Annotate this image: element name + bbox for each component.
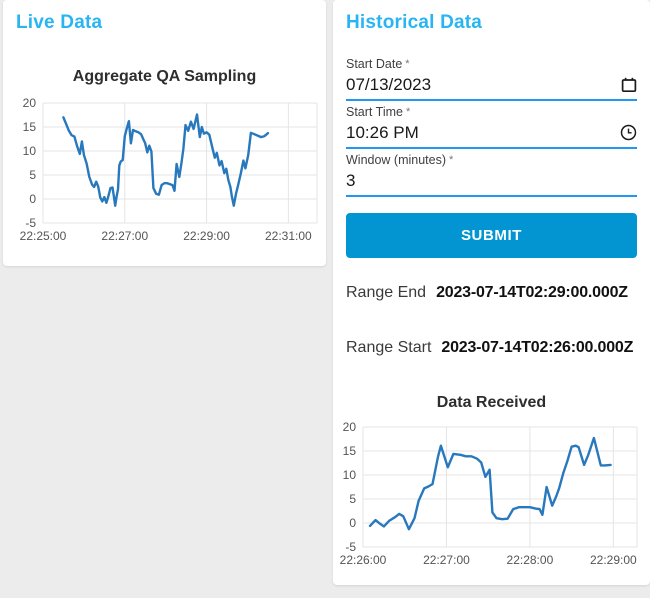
window-minutes-value: 3 — [346, 170, 356, 190]
chart-line — [62, 113, 270, 207]
window-minutes-field: Window (minutes) * 3 — [346, 152, 637, 197]
range-start-value: 2023-07-14T02:26:00.000Z — [441, 339, 634, 356]
y-axis-tick-label: 15 — [343, 444, 357, 458]
x-axis-tick-label: 22:31:00 — [265, 229, 312, 243]
clock-icon[interactable] — [620, 124, 637, 141]
y-axis-tick-label: 5 — [349, 492, 356, 506]
x-axis-tick-label: 22:28:00 — [507, 553, 554, 567]
x-axis-tick-label: 22:27:00 — [101, 229, 148, 243]
y-axis-tick-label: 10 — [23, 144, 37, 158]
live-data-panel: Live Data Aggregate QA Sampling -5 0 5 10 15… — [3, 0, 326, 266]
x-axis-tick-label: 22:25:00 — [20, 229, 67, 243]
range-end-value: 2023-07-14T02:29:00.000Z — [436, 284, 628, 301]
range-end-row: Range End 2023-07-14T02:29:00.000Z — [346, 284, 637, 302]
start-time-value: 10:26 PM — [346, 122, 419, 142]
y-axis-tick-label: 0 — [29, 192, 36, 206]
start-date-field: Start Date * 07/13/2023 — [346, 56, 637, 101]
required-marker: * — [405, 58, 410, 70]
aggregate-qa-chart: Aggregate QA Sampling -5 0 5 10 15 20 22:25:00… — [3, 62, 326, 250]
y-axis-tick-label: 20 — [343, 420, 357, 434]
historical-data-panel: Historical Data Start Date * 07/13/2023 S… — [333, 0, 650, 585]
range-end-label: Range End — [346, 284, 427, 301]
aggregate-qa-chart-title: Aggregate QA Sampling — [72, 68, 257, 85]
y-axis-tick-label: 5 — [29, 168, 36, 182]
y-axis-tick-label: -5 — [345, 540, 356, 554]
required-marker: * — [405, 106, 411, 118]
start-date-value: 07/13/2023 — [346, 74, 432, 94]
x-axis-tick-label: 22:26:00 — [340, 553, 387, 567]
submit-button[interactable]: SUBMIT — [346, 213, 637, 258]
x-axis-tick-label: 22:29:00 — [590, 553, 637, 567]
start-date-input[interactable]: 07/13/2023 — [346, 72, 637, 101]
required-marker: * — [449, 154, 454, 166]
y-axis-tick-label: -5 — [25, 216, 36, 230]
calendar-icon[interactable] — [620, 76, 637, 93]
x-axis-tick-label: 22:29:00 — [183, 229, 230, 243]
range-start-row: Range Start 2023-07-14T02:26:00.000Z — [346, 339, 637, 357]
data-received-chart-title: Data Received — [436, 394, 547, 411]
start-time-input[interactable]: 10:26 PM — [346, 120, 637, 149]
start-time-field: Start Time * 10:26 PM — [346, 104, 637, 149]
y-axis-tick-label: 10 — [343, 468, 357, 482]
start-time-label: Start Time — [346, 105, 403, 119]
live-data-title: Live Data — [16, 12, 103, 33]
start-date-label: Start Date — [346, 57, 403, 71]
historical-data-title: Historical Data — [346, 12, 483, 33]
window-minutes-input[interactable]: 3 — [346, 168, 637, 197]
aggregate-qa-chart-canvas: -5 0 5 10 15 20 22:25:00 22:27:00 22:29:00 22:31:… — [20, 96, 318, 243]
y-axis-tick-label: 20 — [23, 96, 37, 110]
range-start-label: Range Start — [346, 339, 432, 356]
data-received-chart: Data Received -5 0 5 10 15 20 22:26:00 22:27:00… — [333, 388, 650, 575]
x-axis-tick-label: 22:27:00 — [423, 553, 470, 567]
chart-line — [368, 436, 612, 531]
window-minutes-label: Window (minutes) — [346, 153, 447, 167]
y-axis-tick-label: 15 — [23, 120, 37, 134]
y-axis-tick-label: 0 — [349, 516, 356, 530]
data-received-chart-canvas: -5 0 5 10 15 20 22:26:00 22:27:00 22:28:00 22:29:… — [340, 420, 638, 567]
historical-form: Start Date * 07/13/2023 Start Time * 10:26… — [346, 56, 637, 357]
